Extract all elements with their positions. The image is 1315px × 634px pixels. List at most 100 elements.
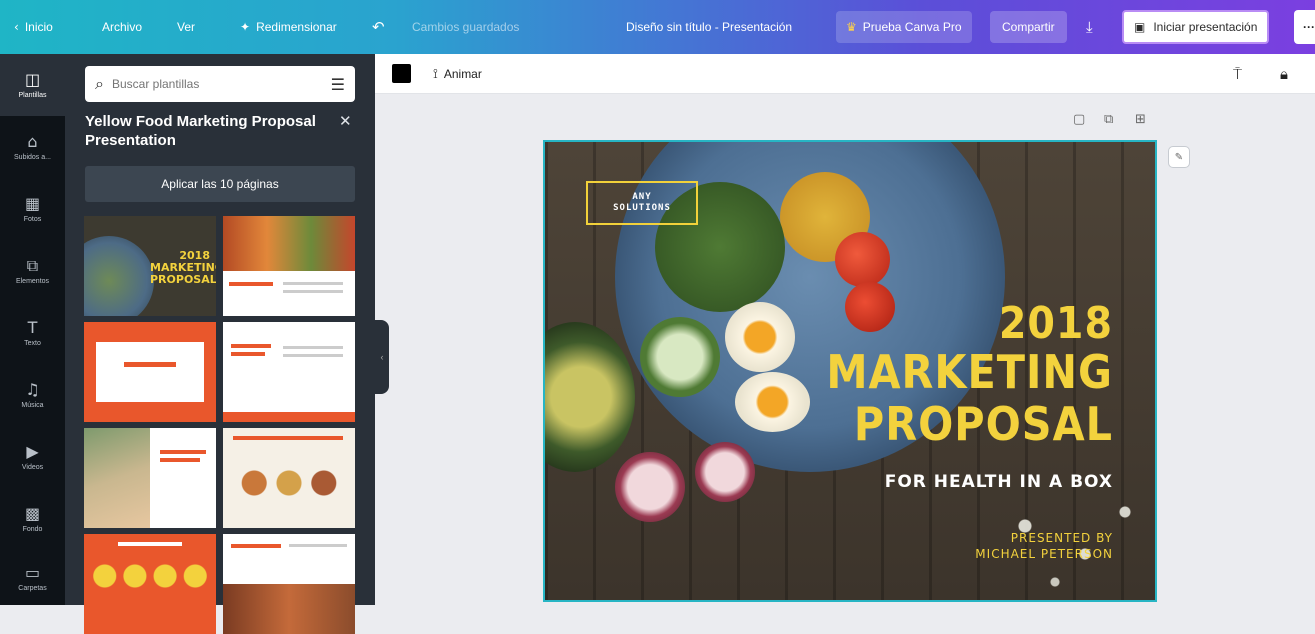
presenter-name: MICHAEL PETERSON <box>975 547 1113 561</box>
food-radish <box>695 442 755 502</box>
logo-box[interactable]: ANY SOLUTIONS <box>586 181 698 225</box>
rail-item-music[interactable]: ♫ Música <box>0 364 65 426</box>
download-icon[interactable]: ⤓ <box>1086 0 1093 54</box>
templates-panel: ⌕ ☰ Yellow Food Marketing Proposal Prese… <box>65 54 375 634</box>
rail-label: Texto <box>24 340 41 347</box>
filter-icon[interactable]: ☰ <box>331 75 345 94</box>
template-title: Yellow Food Marketing Proposal Presentat… <box>85 113 316 149</box>
template-page-thumbnail[interactable] <box>223 322 355 422</box>
thumb-line <box>283 354 343 357</box>
folders-icon: ▭ <box>24 562 41 582</box>
text-icon: T <box>27 318 38 337</box>
thumb-line <box>283 282 343 285</box>
collapse-panel-button[interactable]: ‹ <box>375 320 389 394</box>
food-egg <box>725 302 795 372</box>
food-cucumber <box>640 317 720 397</box>
thumb-line <box>124 362 176 367</box>
color-swatch[interactable] <box>392 64 411 83</box>
home-label: Inicio <box>24 20 53 34</box>
crown-icon: ♛ <box>846 20 857 34</box>
thumb-circles <box>92 564 208 588</box>
uploads-icon: ⌂ <box>27 132 38 151</box>
rail-label: Carpetas <box>18 584 47 592</box>
slide-subtitle[interactable]: FOR HEALTH IN A BOX <box>885 472 1113 492</box>
template-page-thumbnail[interactable] <box>223 534 355 634</box>
resize-button[interactable]: ✦ Redimensionar <box>240 0 337 54</box>
logo-line-1: ANY <box>632 192 652 202</box>
thumb-dishes <box>231 458 347 508</box>
template-page-thumbnail[interactable] <box>84 322 216 422</box>
thumb-line <box>231 544 281 548</box>
editor-toolbar: ⟟ Animar ⍑ 🔒︎ <box>375 54 1315 94</box>
search-input[interactable] <box>111 77 331 91</box>
page-notes-icon[interactable]: ▢ <box>1073 108 1085 130</box>
food-radish <box>615 452 685 522</box>
rail-label: Fotos <box>23 216 42 223</box>
present-button[interactable]: ▣ Iniciar presentación <box>1122 10 1270 44</box>
food-tomato <box>835 232 890 287</box>
rail-item-elements[interactable]: ⧉ Elementos <box>0 240 65 302</box>
template-page-thumbnail[interactable] <box>223 216 355 316</box>
thumb-photo <box>223 584 355 634</box>
template-page-thumbnail[interactable] <box>84 534 216 634</box>
undo-icon[interactable]: ↶ <box>372 0 385 54</box>
close-icon[interactable]: ✕ <box>339 112 352 130</box>
comment-icon[interactable]: ✎ <box>1168 146 1190 168</box>
rail-item-background[interactable]: ▩ Fondo <box>0 488 65 550</box>
rail-item-folders[interactable]: ▭ Carpetas <box>0 550 65 605</box>
rail-item-uploads[interactable]: ⌂ Subidos a... <box>0 116 65 178</box>
template-page-thumbnail[interactable] <box>84 428 216 528</box>
thumb-line <box>231 352 265 356</box>
try-pro-button[interactable]: ♛ Prueba Canva Pro <box>836 11 972 43</box>
slide-canvas[interactable]: ANY SOLUTIONS 2018 MARKETING PROPOSAL FO… <box>543 140 1157 602</box>
thumb-heading: 2018 MARKETING PROPOSAL <box>150 249 216 286</box>
slide-heading-proposal[interactable]: PROPOSAL <box>854 401 1113 447</box>
thumb-band <box>223 412 355 422</box>
file-menu[interactable]: Archivo <box>102 0 142 54</box>
rail-item-text[interactable]: T Texto <box>0 302 65 364</box>
present-icon: ▣ <box>1134 20 1146 34</box>
presented-by-label: PRESENTED BY <box>1010 531 1113 545</box>
music-icon: ♫ <box>25 380 40 399</box>
food-avocado <box>545 322 635 472</box>
document-title[interactable]: Diseño sin título - Presentación <box>626 0 792 54</box>
thumb-line <box>229 282 273 286</box>
food-egg <box>735 372 810 432</box>
animate-button[interactable]: ⟟ Animar <box>433 54 482 94</box>
view-menu[interactable]: Ver <box>177 0 195 54</box>
home-button[interactable]: ‹ Inicio <box>14 0 53 54</box>
rail-item-templates[interactable]: ◫ Plantillas <box>0 54 65 116</box>
thumb-line <box>233 436 343 440</box>
thumb-photo <box>84 428 150 528</box>
present-label: Iniciar presentación <box>1153 20 1258 34</box>
presented-by-block[interactable]: PRESENTED BY MICHAEL PETERSON <box>975 530 1113 562</box>
resize-icon: ✦ <box>240 20 251 34</box>
rail-label: Fondo <box>22 526 43 533</box>
share-button[interactable]: Compartir <box>990 11 1067 43</box>
thumb-line <box>283 290 343 293</box>
background-icon: ▩ <box>24 504 41 523</box>
elements-icon: ⧉ <box>26 256 39 275</box>
rail-label: Música <box>21 402 44 409</box>
apply-all-pages-button[interactable]: Aplicar las 10 páginas <box>85 166 355 202</box>
logo-line-2: SOLUTIONS <box>613 203 671 213</box>
duplicate-page-icon[interactable]: ⧉ <box>1104 108 1113 130</box>
add-page-icon[interactable]: ⊞ <box>1135 108 1146 130</box>
rail-item-videos[interactable]: ▶ Videos <box>0 426 65 488</box>
thumb-card <box>96 342 204 402</box>
saved-status: Cambios guardados <box>412 20 520 34</box>
thumb-line <box>160 450 206 454</box>
template-page-thumbnail[interactable] <box>223 428 355 528</box>
paint-format-icon[interactable]: ⍑ <box>1233 54 1242 94</box>
rail-item-photos[interactable]: ▦ Fotos <box>0 178 65 240</box>
template-page-thumbnail[interactable]: 2018 MARKETING PROPOSAL <box>84 216 216 316</box>
chevron-left-icon: ‹ <box>14 20 19 34</box>
lock-icon[interactable]: 🔒︎ <box>1280 54 1288 94</box>
animate-icon: ⟟ <box>433 66 438 82</box>
videos-icon: ▶ <box>26 442 39 461</box>
rail-label: Plantillas <box>18 92 47 99</box>
slide-year[interactable]: 2018 <box>999 302 1113 346</box>
slide-heading-marketing[interactable]: MARKETING <box>826 349 1113 395</box>
thumb-line <box>160 458 200 462</box>
more-options-button[interactable]: ··· <box>1294 10 1315 44</box>
